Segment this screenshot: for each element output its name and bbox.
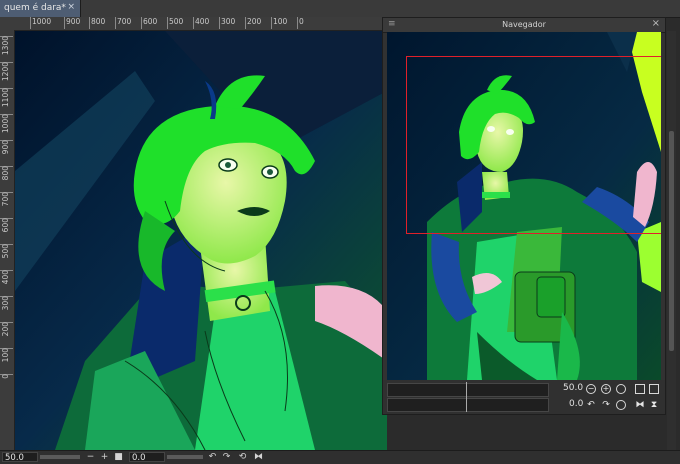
canvas-artwork [15, 31, 387, 450]
navigator-panel: ≡ Navegador × 50.0 − + 0.0 ↶ ↷ ⧓ ⧗ [382, 17, 666, 415]
status-zoom-slider[interactable] [40, 455, 80, 459]
mirror-view-icon[interactable]: ⧓ [635, 400, 645, 410]
rotate-ccw-icon[interactable]: ↶ [208, 451, 217, 463]
document-tab-title: quem é dara* [4, 3, 66, 13]
flip-vertical-icon[interactable]: ⧗ [649, 400, 659, 410]
ruler-tick: 1000 [30, 17, 51, 29]
status-rotation-field[interactable]: 0.0 [129, 452, 165, 463]
zoom-out-icon[interactable]: − [586, 384, 596, 394]
ruler-tick: 900 [0, 140, 13, 154]
navigator-title: Navegador [502, 20, 546, 29]
navigator-rotation-value[interactable]: 0.0 [569, 399, 583, 409]
navigator-zoom-value[interactable]: 50.0 [563, 383, 583, 393]
ruler-tick: 1100 [0, 88, 13, 107]
zoom-out-icon[interactable]: − [86, 451, 95, 463]
horizontal-ruler: 1000 900 800 700 600 500 400 300 200 100… [14, 17, 386, 31]
ruler-tick: 600 [0, 218, 13, 232]
ruler-tick: 1200 [0, 62, 13, 81]
ruler-tick: 800 [89, 17, 105, 29]
ruler-tick: 700 [115, 17, 131, 29]
ruler-tick: 1000 [0, 114, 13, 133]
ruler-tick: 400 [193, 17, 209, 29]
vertical-scrollbar[interactable] [667, 31, 676, 451]
vertical-ruler: 1300 1200 1100 1000 900 800 700 600 500 … [0, 30, 15, 450]
close-icon[interactable]: × [652, 18, 660, 29]
rotate-cw-icon[interactable]: ↷ [222, 451, 231, 463]
status-rotation-slider[interactable] [167, 455, 203, 459]
ruler-tick: 500 [167, 17, 183, 29]
rotation-slider-handle[interactable] [466, 397, 467, 412]
fit-icon[interactable]: ■ [114, 451, 123, 463]
navigator-preview[interactable] [387, 32, 661, 380]
ruler-corner [0, 17, 14, 30]
rotation-slider[interactable] [387, 397, 549, 412]
zoom-fit-icon[interactable] [616, 384, 626, 394]
status-zoom-field[interactable]: 50.0 [2, 452, 38, 463]
rotate-ccw-icon[interactable]: ↶ [586, 400, 596, 410]
ruler-tick: 100 [0, 348, 13, 362]
ruler-tick: 1300 [0, 36, 13, 55]
zoom-slider-handle[interactable] [466, 382, 467, 397]
drawing-canvas[interactable] [15, 31, 387, 450]
ruler-tick: 100 [271, 17, 287, 29]
rotate-cw-icon[interactable]: ↷ [601, 400, 611, 410]
reset-rotation-icon[interactable] [616, 400, 626, 410]
document-tab[interactable]: quem é dara* × [0, 0, 81, 17]
navigator-controls: 50.0 − + 0.0 ↶ ↷ ⧓ ⧗ [383, 380, 665, 414]
ruler-tick: 300 [0, 296, 13, 310]
ruler-tick: 400 [0, 270, 13, 284]
zoom-in-icon[interactable]: + [601, 384, 611, 394]
navigator-viewport-rect[interactable] [406, 56, 661, 234]
close-icon[interactable]: × [67, 2, 75, 12]
ruler-tick: 0 [297, 17, 304, 29]
ruler-tick: 700 [0, 192, 13, 206]
status-bar: 50.0 − + ■ 0.0 ↶ ↷ ⟲ ⧓ [0, 450, 680, 464]
ruler-tick: 200 [0, 322, 13, 336]
ruler-tick: 900 [64, 17, 80, 29]
document-tab-bar: quem é dara* × [0, 0, 680, 18]
ruler-tick: 500 [0, 244, 13, 258]
ruler-tick: 0 [0, 374, 13, 379]
mirror-view-icon[interactable]: ⧓ [254, 451, 263, 463]
navigator-header: ≡ Navegador × [383, 18, 665, 33]
ruler-tick: 600 [141, 17, 157, 29]
zoom-slider[interactable] [387, 382, 549, 397]
ruler-tick: 200 [245, 17, 261, 29]
fit-width-icon[interactable] [649, 384, 659, 394]
ruler-tick: 800 [0, 166, 13, 180]
ruler-tick: 300 [219, 17, 235, 29]
fit-page-icon[interactable] [635, 384, 645, 394]
scrollbar-thumb[interactable] [669, 131, 674, 351]
reset-rotation-icon[interactable]: ⟲ [238, 451, 247, 463]
zoom-in-icon[interactable]: + [100, 451, 109, 463]
